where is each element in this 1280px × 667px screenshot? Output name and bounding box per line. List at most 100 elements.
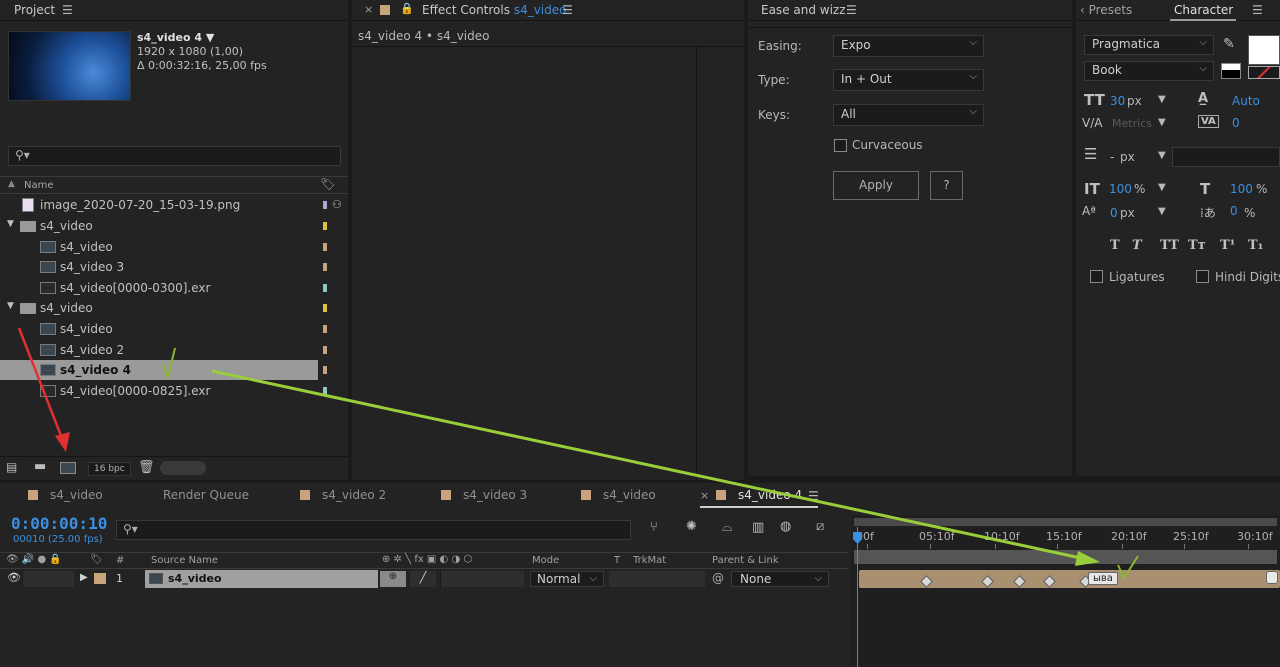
horizontal-scale-value[interactable]: 100: [1230, 182, 1253, 196]
curvaceous-checkbox[interactable]: [834, 139, 847, 152]
project-item[interactable]: s4_video: [0, 237, 327, 257]
shy-layers-icon[interactable]: ⌓: [722, 520, 732, 535]
timeline-tab[interactable]: s4_video 4: [716, 488, 802, 502]
easing-select[interactable]: Expo ⌵: [833, 35, 984, 57]
faux-italic-icon[interactable]: T: [1132, 238, 1142, 253]
timeline-tab[interactable]: Render Queue: [163, 488, 249, 502]
new-comp-icon[interactable]: [60, 462, 76, 474]
label-color[interactable]: [323, 263, 327, 271]
tracking-value[interactable]: 0: [1232, 116, 1240, 130]
subscript-icon[interactable]: T₁: [1248, 238, 1263, 253]
indent-input[interactable]: [1172, 147, 1280, 167]
burger-icon[interactable]: ☰: [1252, 3, 1263, 17]
project-item[interactable]: s4_video 4: [0, 360, 327, 380]
disclosure-triangle[interactable]: ▼: [7, 219, 14, 229]
layer-row[interactable]: 👁 ▶ 1 s4_video ⊕ ╱ Normal ⌵ @ None ⌵: [0, 570, 848, 588]
work-area-range[interactable]: [854, 550, 1277, 564]
chevron-down-icon[interactable]: ▼: [1158, 206, 1166, 217]
color-swap-swatch[interactable]: [1221, 63, 1241, 79]
close-icon[interactable]: ×: [700, 489, 709, 502]
chevron-down-icon[interactable]: ▼: [1158, 117, 1166, 128]
tab-character[interactable]: Character: [1174, 3, 1233, 17]
timeline-tab[interactable]: s4_video: [581, 488, 656, 502]
comp-flowchart-icon[interactable]: ⑂: [650, 520, 658, 535]
tab-presets[interactable]: ‹ Presets: [1080, 3, 1132, 17]
work-area-bar[interactable]: [854, 518, 1277, 526]
label-color[interactable]: [323, 243, 327, 251]
burger-icon[interactable]: ☰: [562, 3, 573, 17]
timeline-tab[interactable]: s4_video 2: [300, 488, 386, 502]
folder-row[interactable]: ▼ s4_video: [0, 216, 327, 236]
current-timecode[interactable]: 0:00:00:10: [11, 514, 107, 533]
folder-row[interactable]: ▼ s4_video: [0, 298, 327, 318]
collapse-switch[interactable]: ⊕: [380, 571, 406, 587]
label-color[interactable]: [323, 222, 327, 230]
project-item[interactable]: s4_video 3: [0, 257, 327, 277]
lock-icon[interactable]: 🔒: [400, 2, 414, 15]
eye-icon[interactable]: 👁: [7, 571, 21, 584]
footer-slider[interactable]: [160, 461, 206, 475]
chevron-down-icon[interactable]: ▼: [1158, 182, 1166, 193]
leading-value[interactable]: Auto: [1232, 94, 1260, 108]
layer-marker[interactable]: ыва: [1088, 572, 1118, 585]
fill-color-swatch[interactable]: [1248, 35, 1280, 65]
end-marker[interactable]: [1266, 571, 1278, 584]
all-caps-icon[interactable]: TT: [1160, 238, 1179, 253]
label-tag-icon[interactable]: 🏷: [320, 177, 335, 191]
no-stroke-swatch[interactable]: [1248, 66, 1280, 79]
label-color[interactable]: [323, 304, 327, 312]
disclosure-triangle[interactable]: ▼: [7, 301, 14, 311]
search-input[interactable]: ⚲▾: [8, 146, 341, 166]
timeline-tab[interactable]: s4_video: [28, 488, 103, 502]
apply-button[interactable]: Apply: [833, 171, 919, 200]
label-color[interactable]: [323, 201, 327, 209]
tsume-value[interactable]: 0: [1230, 204, 1238, 218]
project-item[interactable]: image_2020-07-20_15-03-19.png: [0, 195, 327, 215]
new-folder-icon[interactable]: ▬: [34, 459, 46, 474]
time-graph[interactable]: 00f 05:10f 10:10f 15:10f 20:10f 25:10f 30:10f: [851, 515, 1280, 667]
interpret-footage-icon[interactable]: ▤: [6, 460, 17, 474]
time-ruler[interactable]: 00f 05:10f 10:10f 15:10f 20:10f 25:10f 30:10f: [851, 527, 1280, 549]
dependencies-icon[interactable]: ⚇: [332, 198, 342, 211]
motion-blur-icon[interactable]: ◍: [780, 519, 791, 534]
project-item[interactable]: s4_video: [0, 319, 327, 339]
font-style-select[interactable]: Book ⌵: [1084, 61, 1214, 81]
layer-label-color[interactable]: [94, 573, 106, 584]
label-color[interactable]: [323, 366, 327, 374]
switch-box[interactable]: [22, 571, 74, 587]
small-caps-icon[interactable]: Tᴛ: [1188, 238, 1206, 253]
project-item[interactable]: s4_video[0000-0825].exr: [0, 381, 327, 401]
col-name[interactable]: Name: [24, 180, 54, 191]
keys-select[interactable]: All ⌵: [833, 104, 984, 126]
ease-title[interactable]: Ease and wizz: [761, 3, 846, 17]
burger-icon[interactable]: ☰: [62, 3, 73, 17]
chevron-down-icon[interactable]: ▼: [1158, 150, 1166, 161]
trkmat-cell[interactable]: [609, 571, 705, 587]
timeline-search-input[interactable]: ⚲▾: [116, 520, 631, 540]
project-item[interactable]: s4_video[0000-0300].exr: [0, 278, 327, 298]
graph-editor-icon[interactable]: ⧄: [816, 519, 824, 534]
label-color[interactable]: [323, 325, 327, 333]
expand-triangle[interactable]: ▶: [80, 572, 88, 583]
hindi-digits-checkbox[interactable]: [1196, 270, 1209, 283]
superscript-icon[interactable]: T¹: [1220, 238, 1235, 253]
draft-3d-icon[interactable]: ✺: [686, 519, 697, 534]
faux-bold-icon[interactable]: T: [1110, 238, 1120, 253]
font-family-select[interactable]: Pragmatica ⌵: [1084, 35, 1214, 55]
vertical-scale-value[interactable]: 100: [1109, 182, 1132, 196]
chevron-down-icon[interactable]: ▼: [1158, 94, 1166, 105]
project-title[interactable]: Project: [14, 3, 55, 17]
label-color[interactable]: [323, 346, 327, 354]
effect-controls-title[interactable]: Effect Controls s4_video: [422, 3, 566, 17]
eyedropper-icon[interactable]: ✎: [1223, 36, 1235, 52]
parent-select[interactable]: None ⌵: [731, 571, 829, 587]
type-select[interactable]: In + Out ⌵: [833, 69, 984, 91]
indent-value[interactable]: -: [1110, 150, 1114, 164]
baseline-shift-value[interactable]: 0: [1110, 206, 1118, 220]
bpc-button[interactable]: 16 bpc: [88, 462, 131, 476]
quality-switch[interactable]: ╱: [410, 571, 436, 587]
label-color[interactable]: [323, 284, 327, 292]
timeline-tab[interactable]: s4_video 3: [441, 488, 527, 502]
ligatures-checkbox[interactable]: [1090, 270, 1103, 283]
burger-icon[interactable]: ☰: [808, 489, 819, 503]
